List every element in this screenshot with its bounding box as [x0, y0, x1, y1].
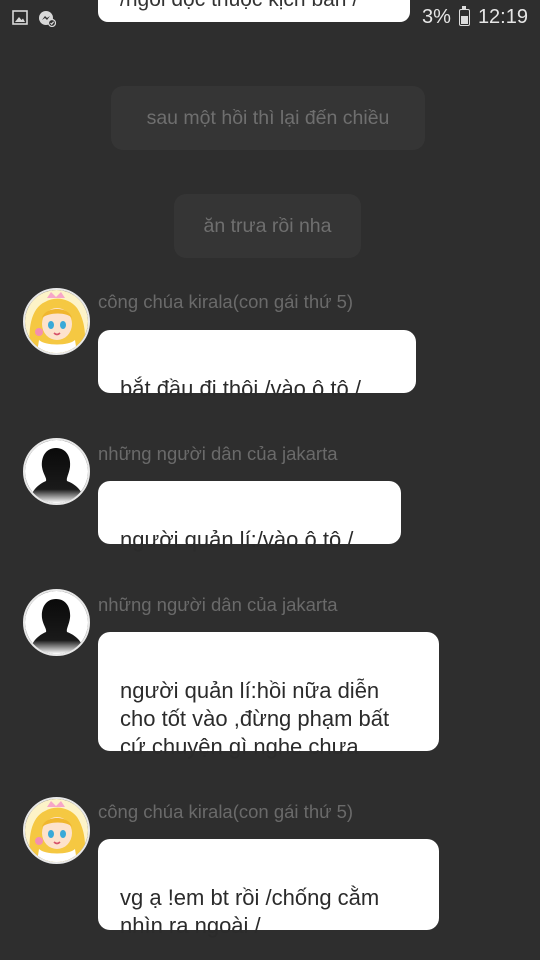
- message-bubble-partial[interactable]: /ngồi đọc thuộc kịch bản /: [98, 0, 410, 22]
- image-icon: [12, 10, 28, 32]
- status-right: 3% 12:19: [422, 6, 528, 29]
- message-bubble[interactable]: người quản lí:hồi nữa diễn cho tốt vào ,…: [98, 632, 439, 759]
- message-text: người quản lí:hồi nữa diễn cho tốt vào ,…: [120, 678, 390, 759]
- sender-name: những người dân của jakarta: [98, 594, 338, 615]
- message-text: người quản lí:/vào ô tô /: [120, 527, 354, 552]
- narration-pill: sau một hồi thì lại đến chiều: [111, 86, 425, 150]
- clock: 12:19: [477, 6, 528, 28]
- battery-icon: [458, 6, 470, 26]
- sender-name: những người dân của jakarta: [98, 443, 338, 464]
- status-left-icons: [12, 10, 57, 32]
- narration-text: ăn trưa rồi nha: [203, 214, 332, 237]
- silhouette-avatar[interactable]: [23, 438, 90, 505]
- messenger-icon: [38, 10, 57, 32]
- message-bubble[interactable]: vg ạ !em bt rồi /chống cằm nhìn ra ngoài…: [98, 839, 439, 938]
- princess-avatar[interactable]: [23, 797, 90, 864]
- silhouette-avatar[interactable]: [23, 589, 90, 656]
- message-text: /ngồi đọc thuộc kịch bản /: [120, 0, 358, 12]
- message-text: vg ạ !em bt rồi /chống cằm nhìn ra ngoài…: [120, 885, 380, 938]
- message-bubble[interactable]: người quản lí:/vào ô tô /: [98, 481, 401, 552]
- sender-name: công chúa kirala(con gái thứ 5): [98, 801, 354, 822]
- battery-percent: 3%: [422, 6, 451, 28]
- princess-avatar[interactable]: [23, 288, 90, 355]
- sender-name: công chúa kirala(con gái thứ 5): [98, 291, 354, 312]
- narration-pill: ăn trưa rồi nha: [174, 194, 361, 258]
- narration-text: sau một hồi thì lại đến chiều: [146, 106, 390, 129]
- message-bubble[interactable]: bắt đầu đi thôi /vào ô tô /: [98, 330, 416, 401]
- message-text: bắt đầu đi thôi /vào ô tô /: [120, 376, 361, 401]
